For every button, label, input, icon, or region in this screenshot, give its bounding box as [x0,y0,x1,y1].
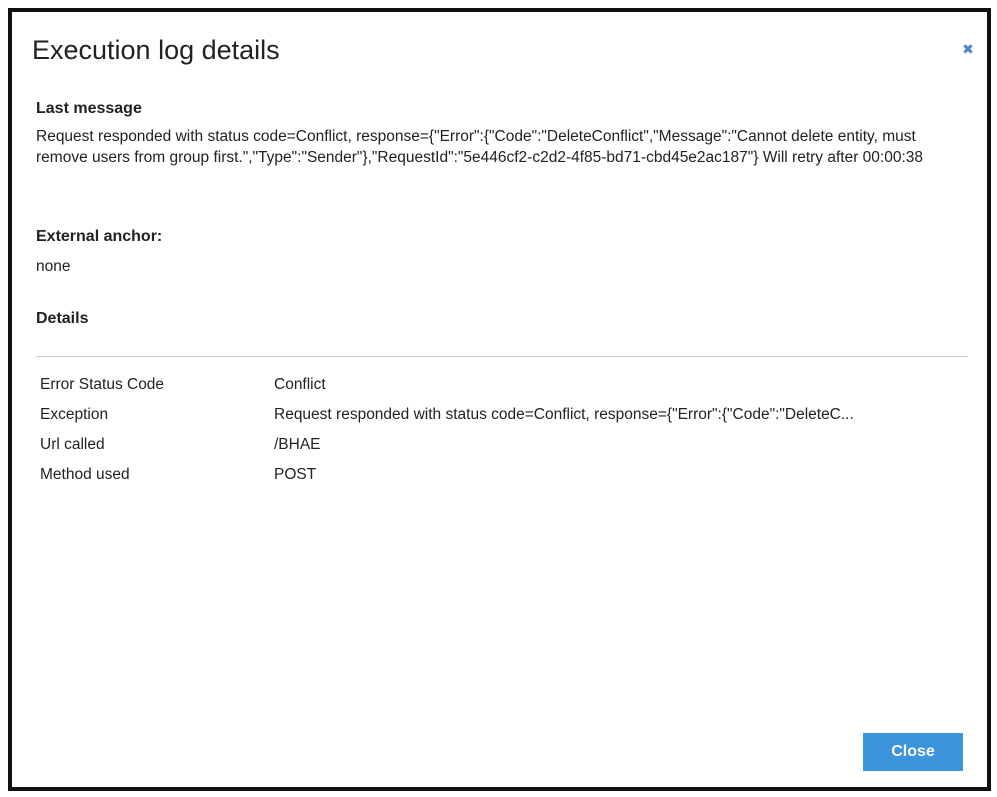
detail-key: Error Status Code [40,376,165,393]
execution-log-dialog: Execution log details ✖ Last message Req… [8,8,991,791]
last-message-text: Request responded with status code=Confl… [36,128,923,166]
table-row: Error Status Code Conflict [36,370,968,400]
close-button[interactable]: Close [863,733,963,771]
last-message-heading: Last message [36,100,142,117]
detail-value: POST [274,466,317,483]
table-row: Url called /BHAE [36,430,968,460]
dialog-title: Execution log details [32,35,280,65]
details-heading: Details [36,310,89,327]
table-row: Method used POST [36,460,968,490]
table-row: Exception Request responded with status … [36,400,968,430]
close-icon[interactable]: ✖ [961,42,975,56]
detail-key: Exception [40,406,109,423]
details-table: Error Status Code Conflict Exception Req… [36,370,968,490]
detail-value: Request responded with status code=Confl… [274,406,854,423]
details-divider [36,356,968,357]
external-anchor-value: none [36,258,71,275]
detail-value: /BHAE [274,436,321,453]
detail-key: Method used [40,466,130,483]
external-anchor-heading: External anchor: [36,228,163,245]
detail-value: Conflict [274,376,326,393]
detail-key: Url called [40,436,105,453]
